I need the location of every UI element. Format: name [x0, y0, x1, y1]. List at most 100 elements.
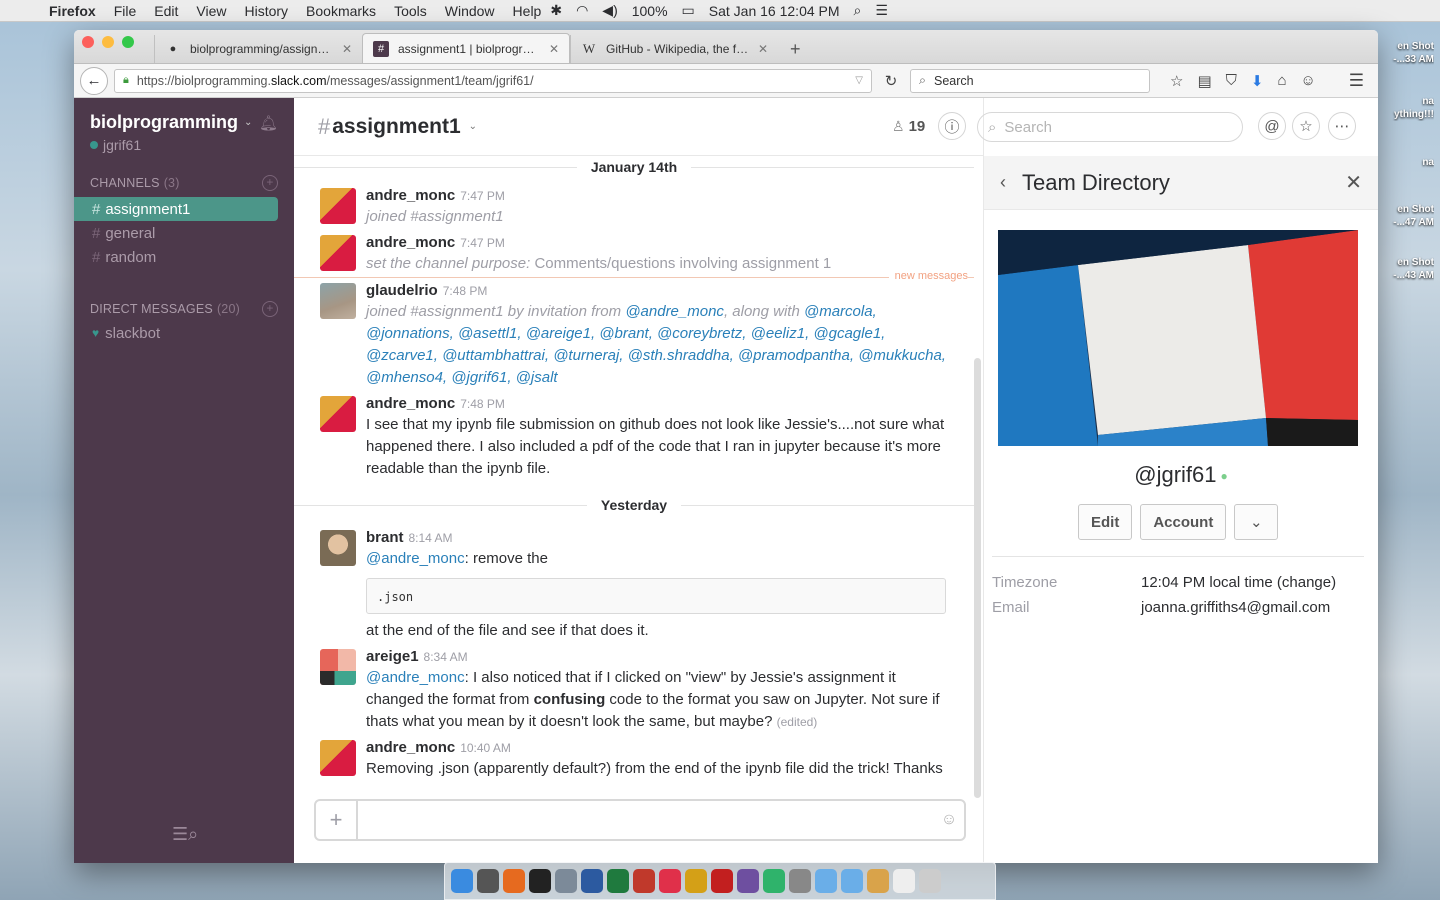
- menu-bookmarks[interactable]: Bookmarks: [297, 3, 385, 19]
- chat-icon[interactable]: ☺: [1301, 72, 1316, 89]
- url-dropdown-icon[interactable]: ▽: [855, 75, 863, 86]
- clock[interactable]: Sat Jan 16 12:04 PM: [709, 3, 840, 19]
- add-dm-icon[interactable]: +: [262, 301, 278, 317]
- bookmark-star-icon[interactable]: ☆: [1170, 72, 1183, 90]
- battery-icon[interactable]: ▭: [682, 2, 695, 19]
- channel-item-assignment1[interactable]: # assignment1: [74, 197, 278, 221]
- channel-title[interactable]: assignment1: [332, 115, 460, 139]
- channel-item-general[interactable]: # general: [74, 221, 278, 245]
- tab-slack[interactable]: # assignment1 | biolprogram... ✕: [362, 33, 570, 63]
- word-icon[interactable]: [581, 869, 603, 893]
- system-preferences-icon[interactable]: [477, 869, 499, 893]
- email-value[interactable]: joanna.griffiths4@gmail.com: [1141, 599, 1330, 616]
- message-time[interactable]: 7:48 PM: [443, 284, 488, 298]
- menu-history[interactable]: History: [235, 3, 297, 19]
- archive-icon[interactable]: [867, 869, 889, 893]
- close-window-button[interactable]: [82, 36, 94, 48]
- finder-icon[interactable]: [451, 869, 473, 893]
- volume-icon[interactable]: ◀): [602, 2, 617, 19]
- chevron-down-icon[interactable]: ⌄: [1234, 504, 1279, 540]
- reload-icon[interactable]: ↻: [878, 72, 904, 90]
- desktop-file-label[interactable]: na ything!!!: [1372, 95, 1434, 121]
- info-icon[interactable]: ⓘ: [938, 112, 966, 140]
- member-count-button[interactable]: ♙ 19: [892, 118, 925, 135]
- tab-github[interactable]: ● biolprogramming/assignme... ✕: [154, 35, 362, 63]
- message-time[interactable]: 7:47 PM: [460, 189, 505, 203]
- acrobat-icon[interactable]: [711, 869, 733, 893]
- avatar[interactable]: [320, 740, 356, 776]
- lock-icon[interactable]: 🔒︎: [123, 74, 129, 87]
- spotlight-icon[interactable]: ⌕: [854, 2, 862, 19]
- message-user[interactable]: brant: [366, 529, 404, 546]
- bell-icon[interactable]: 🔔︎: [259, 114, 278, 132]
- mentions-icon[interactable]: @: [1258, 112, 1286, 140]
- dm-item-slackbot[interactable]: ♥ slackbot: [74, 321, 294, 345]
- disk-utility-icon[interactable]: [789, 869, 811, 893]
- close-tab-icon[interactable]: ✕: [549, 42, 559, 56]
- message-input[interactable]: [358, 802, 934, 838]
- preview-icon[interactable]: [893, 869, 915, 893]
- reading-list-icon[interactable]: ▤: [1197, 72, 1211, 90]
- menu-window[interactable]: Window: [436, 3, 504, 19]
- bluetooth-icon[interactable]: ✱: [550, 2, 562, 19]
- wifi-icon[interactable]: ◠: [576, 2, 588, 19]
- applications-folder-icon[interactable]: [815, 869, 837, 893]
- documents-folder-icon[interactable]: [841, 869, 863, 893]
- mention-link[interactable]: @andre_monc: [366, 550, 465, 567]
- add-channel-icon[interactable]: +: [262, 175, 278, 191]
- message-user[interactable]: andre_monc: [366, 395, 455, 412]
- message-time[interactable]: 8:14 AM: [409, 531, 453, 545]
- minimize-window-button[interactable]: [102, 36, 114, 48]
- message-user[interactable]: areige1: [366, 648, 419, 665]
- avatar[interactable]: [320, 235, 356, 271]
- terminal-icon[interactable]: [529, 869, 551, 893]
- team-menu[interactable]: biolprogramming ⌄ 🔔︎: [74, 98, 294, 133]
- url-bar[interactable]: 🔒︎ https://biolprogramming.slack.com/mes…: [114, 68, 872, 93]
- github-desktop-icon[interactable]: [737, 869, 759, 893]
- itunes-icon[interactable]: [659, 869, 681, 893]
- channels-label[interactable]: CHANNELS: [90, 176, 160, 190]
- desktop-file-label[interactable]: en Shot -...47 AM: [1372, 203, 1434, 229]
- avatar[interactable]: [320, 396, 356, 432]
- browser-search-field[interactable]: ⌕ Search: [910, 68, 1150, 93]
- desktop-file-label[interactable]: en Shot -...43 AM: [1372, 256, 1434, 282]
- close-icon[interactable]: ✕: [1345, 170, 1362, 195]
- edit-button[interactable]: Edit: [1078, 504, 1133, 540]
- chevron-down-icon[interactable]: ⌄: [469, 121, 477, 132]
- desktop-file-label[interactable]: en Shot -...33 AM: [1372, 40, 1434, 66]
- team-name[interactable]: biolprogramming: [90, 112, 238, 133]
- account-button[interactable]: Account: [1140, 504, 1227, 540]
- chevron-left-icon[interactable]: ‹: [1000, 172, 1006, 193]
- mention-link[interactable]: @andre_monc: [625, 303, 724, 320]
- menu-edit[interactable]: Edit: [145, 3, 187, 19]
- mention-link[interactable]: @andre_monc: [366, 669, 465, 686]
- more-icon[interactable]: ⋯: [1328, 112, 1356, 140]
- message-time[interactable]: 7:48 PM: [460, 397, 505, 411]
- menu-view[interactable]: View: [187, 3, 235, 19]
- message-user[interactable]: andre_monc: [366, 234, 455, 251]
- message-user[interactable]: andre_monc: [366, 187, 455, 204]
- close-tab-icon[interactable]: ✕: [342, 42, 352, 56]
- powerpoint-icon[interactable]: [633, 869, 655, 893]
- excel-icon[interactable]: [607, 869, 629, 893]
- timezone-value[interactable]: 12:04 PM local time (change): [1141, 574, 1336, 591]
- wireless-icon[interactable]: [685, 869, 707, 893]
- message-time[interactable]: 7:47 PM: [460, 236, 505, 250]
- emoji-icon[interactable]: ☺: [934, 811, 964, 829]
- message-user[interactable]: andre_monc: [366, 739, 455, 756]
- user-presence[interactable]: jgrif61: [74, 133, 294, 153]
- atom-icon[interactable]: [763, 869, 785, 893]
- pocket-icon[interactable]: ⛉: [1226, 72, 1237, 89]
- quick-switcher-icon[interactable]: ☰⌕: [172, 824, 198, 845]
- message-time[interactable]: 10:40 AM: [460, 741, 511, 755]
- tab-wikipedia[interactable]: W GitHub - Wikipedia, the free... ✕: [570, 35, 778, 63]
- menu-app-name[interactable]: Firefox: [40, 3, 105, 19]
- star-icon[interactable]: ☆: [1292, 112, 1320, 140]
- dm-label[interactable]: DIRECT MESSAGES: [90, 302, 213, 316]
- rstudio-icon[interactable]: [555, 869, 577, 893]
- avatar[interactable]: [320, 649, 356, 685]
- notification-center-icon[interactable]: ☰: [875, 2, 888, 19]
- menu-help[interactable]: Help: [504, 3, 551, 19]
- menu-file[interactable]: File: [105, 3, 146, 19]
- dm-header[interactable]: DIRECT MESSAGES (20) +: [74, 301, 294, 317]
